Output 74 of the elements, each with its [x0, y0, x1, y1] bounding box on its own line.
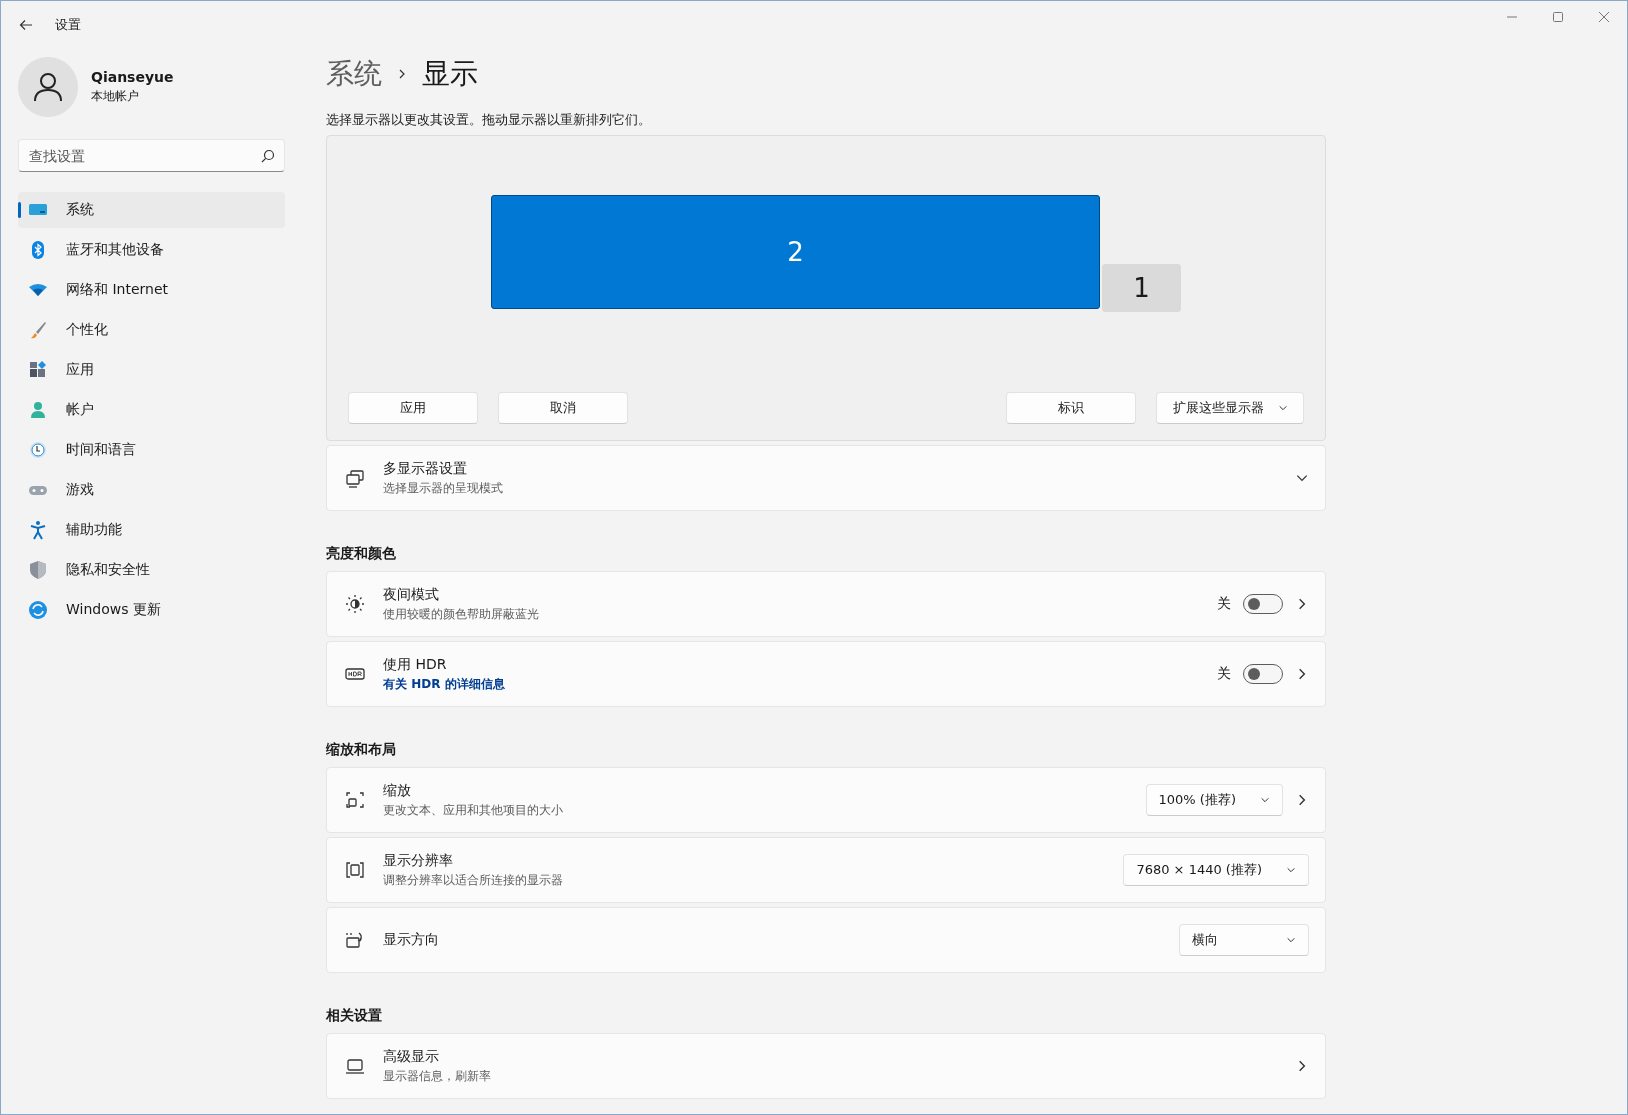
scale-icon	[345, 790, 365, 810]
laptop-icon	[345, 1056, 365, 1076]
user-name: Qianseyue	[91, 69, 174, 85]
toggle-state-label: 关	[1217, 595, 1231, 613]
settings-card[interactable]: 高级显示 显示器信息，刷新率	[326, 1033, 1326, 1099]
nav-item[interactable]: 游戏	[18, 472, 285, 508]
toggle-switch[interactable]	[1243, 664, 1283, 684]
close-icon[interactable]	[1599, 12, 1609, 22]
settings-card[interactable]: 显示分辨率 调整分辨率以适合所连接的显示器 7680 × 1440 (推荐)	[326, 837, 1326, 903]
dropdown[interactable]: 7680 × 1440 (推荐)	[1123, 854, 1309, 886]
toggle-switch[interactable]	[1243, 594, 1283, 614]
update-icon	[28, 600, 48, 620]
clock-icon	[28, 440, 48, 460]
toggle-state-label: 关	[1217, 665, 1231, 683]
settings-card[interactable]: 多显示器设置 选择显示器的呈现模式	[326, 445, 1326, 511]
dropdown[interactable]: 横向	[1179, 924, 1309, 956]
back-arrow-icon[interactable]	[19, 18, 33, 32]
instruction-text: 选择显示器以更改其设置。拖动显示器以重新排列它们。	[326, 111, 652, 129]
card-subtitle: 调整分辨率以适合所连接的显示器	[383, 871, 564, 889]
shield-icon	[28, 560, 48, 580]
nav-item[interactable]: 蓝牙和其他设备	[18, 232, 285, 268]
settings-card[interactable]: 夜间模式 使用较暖的颜色帮助屏蔽蓝光 关	[326, 571, 1326, 637]
monitor-tile[interactable]: 2	[491, 195, 1100, 309]
card-title: 夜间模式	[383, 585, 440, 604]
card-subtitle: 选择显示器的呈现模式	[383, 479, 504, 497]
nav-item[interactable]: 网络和 Internet	[18, 272, 285, 308]
nav-item[interactable]: 帐户	[18, 392, 285, 428]
breadcrumb-item: 显示	[422, 56, 478, 92]
maximize-icon[interactable]	[1553, 12, 1563, 22]
settings-card[interactable]: 缩放 更改文本、应用和其他项目的大小 100% (推荐)	[326, 767, 1326, 833]
nav-item[interactable]: 应用	[18, 352, 285, 388]
dropdown[interactable]: 100% (推荐)	[1145, 784, 1283, 816]
card-subtitle: 显示器信息，刷新率	[383, 1067, 492, 1085]
card-subtitle: 使用较暖的颜色帮助屏蔽蓝光	[383, 605, 540, 623]
card-subtitle: 更改文本、应用和其他项目的大小	[383, 801, 564, 819]
caret-icon	[1286, 865, 1296, 875]
search-field[interactable]: 查找设置	[18, 139, 285, 172]
nav-item[interactable]: 辅助功能	[18, 512, 285, 548]
window-title: 设置	[55, 16, 81, 34]
nav-item[interactable]: 系统	[18, 192, 285, 228]
card-title: 高级显示	[383, 1047, 440, 1066]
card-title: 显示方向	[383, 931, 440, 949]
card-title: 显示分辨率	[383, 851, 454, 870]
caret-icon	[1286, 935, 1296, 945]
settings-card[interactable]: 显示方向 横向	[326, 907, 1326, 973]
action-button[interactable]: 取消	[498, 392, 628, 424]
card-title: 使用 HDR	[383, 655, 448, 674]
display-mode-dropdown[interactable]: 扩展这些显示器	[1156, 392, 1304, 424]
account-type: 本地帐户	[91, 88, 140, 105]
section-heading: 相关设置	[326, 1007, 383, 1025]
settings-card[interactable]: 使用 HDR 有关 HDR 的详细信息 关	[326, 641, 1326, 707]
breadcrumb-item[interactable]: 系统	[326, 55, 382, 93]
nav-item[interactable]: 隐私和安全性	[18, 552, 285, 588]
monitor-tile[interactable]: 1	[1102, 264, 1181, 312]
resolution-icon	[345, 860, 365, 880]
nav-item[interactable]: 个性化	[18, 312, 285, 348]
nav-item[interactable]: Windows 更新	[18, 592, 285, 628]
section-heading: 缩放和布局	[326, 741, 397, 759]
caret-icon	[1277, 403, 1288, 413]
action-button[interactable]: 应用	[348, 392, 478, 424]
section-heading: 亮度和颜色	[326, 545, 397, 563]
accessibility-icon	[28, 520, 48, 540]
info-link[interactable]: 有关 HDR 的详细信息	[383, 675, 1199, 693]
identify-button[interactable]: 标识	[1006, 392, 1136, 424]
nav-item[interactable]: 时间和语言	[18, 432, 285, 468]
card-title: 多显示器设置	[383, 459, 468, 478]
brightness-icon	[345, 594, 365, 614]
monitors-icon	[345, 468, 365, 488]
rotate-icon	[345, 930, 365, 950]
caret-icon	[1260, 795, 1270, 805]
person-icon	[28, 400, 48, 420]
card-title: 缩放	[383, 781, 412, 800]
search-icon	[261, 149, 275, 163]
apps-icon	[28, 360, 48, 380]
